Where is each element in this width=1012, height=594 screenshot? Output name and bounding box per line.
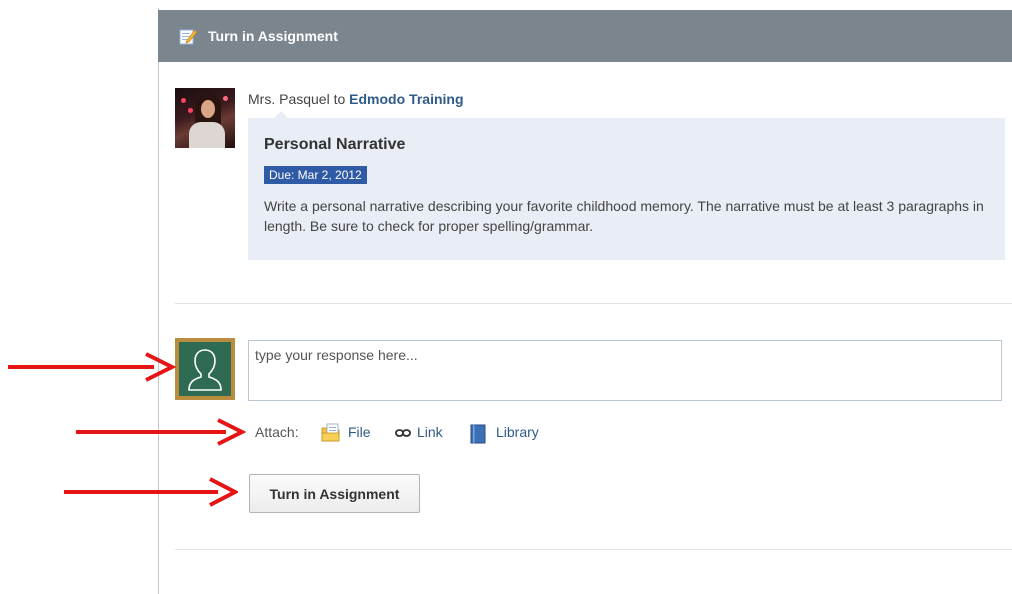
due-date-badge: Due: Mar 2, 2012	[264, 166, 367, 184]
teacher-avatar[interactable]	[175, 88, 235, 148]
post-meta: Mrs. Pasquel to Edmodo Training	[248, 91, 464, 107]
turn-in-assignment-button[interactable]: Turn in Assignment	[249, 474, 420, 513]
bokeh-light	[181, 98, 186, 103]
annotation-arrow	[76, 418, 246, 446]
dialog-title: Turn in Assignment	[208, 28, 338, 44]
attach-label: Attach:	[255, 424, 299, 440]
pencil-icon	[179, 29, 197, 45]
attach-file-link[interactable]: File	[348, 424, 371, 440]
attach-library-link[interactable]: Library	[496, 424, 539, 440]
dialog-header: Turn in Assignment	[158, 10, 1012, 62]
post-author[interactable]: Mrs. Pasquel	[248, 91, 330, 107]
file-icon[interactable]	[320, 422, 342, 444]
assignment-title[interactable]: Personal Narrative	[264, 136, 405, 154]
annotation-arrow	[64, 477, 238, 507]
chain-link-icon[interactable]	[395, 428, 411, 438]
user-silhouette-icon	[188, 349, 222, 391]
group-link[interactable]: Edmodo Training	[349, 91, 463, 107]
student-avatar	[175, 338, 235, 400]
assignment-description: Write a personal narrative describing yo…	[264, 198, 984, 234]
attach-link-link[interactable]: Link	[417, 424, 443, 440]
assignment-card: Personal Narrative Due: Mar 2, 2012 Writ…	[248, 111, 1005, 260]
response-input[interactable]	[248, 340, 1002, 401]
annotation-arrow	[8, 352, 176, 382]
chalkboard	[179, 342, 231, 396]
avatar-face	[201, 100, 215, 118]
avatar-shirt	[189, 122, 225, 148]
bokeh-light	[188, 108, 193, 113]
card-caret	[274, 111, 288, 118]
post-connector: to	[333, 91, 346, 107]
bokeh-light	[223, 96, 228, 101]
library-book-icon[interactable]	[470, 424, 486, 444]
section-divider	[175, 549, 1012, 550]
section-divider	[175, 303, 1012, 304]
